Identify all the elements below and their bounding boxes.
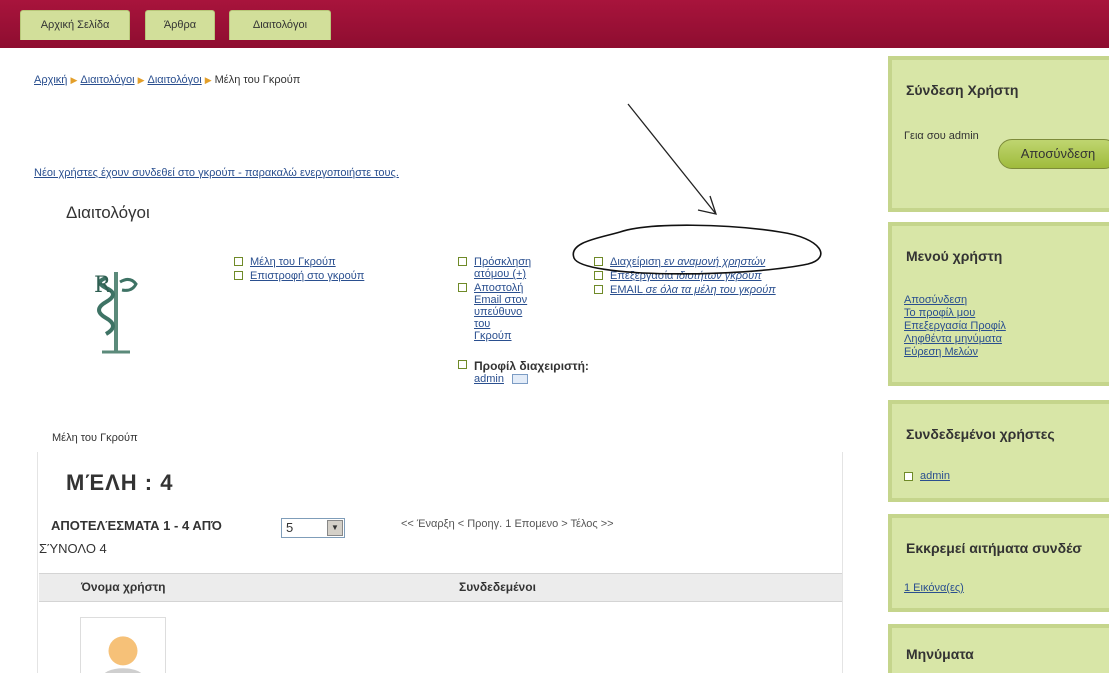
online-user-admin-link[interactable]: admin — [920, 470, 950, 482]
pending-requests-title: Εκκρεμεί αιτήματα συνδέσ — [906, 540, 1082, 556]
menu-my-profile-link[interactable]: Το προφίλ μου — [904, 307, 975, 320]
breadcrumb-arrow-icon: ▶ — [204, 75, 212, 85]
menu-received-messages-link[interactable]: Ληφθέντα μηνύματα — [904, 333, 1002, 346]
checkbox-icon — [594, 271, 603, 280]
online-users-title: Συνδεδεμένοι χρήστες — [906, 426, 1055, 442]
menu-find-members-link[interactable]: Εύρεση Μελών — [904, 346, 978, 359]
breadcrumb-dietitians[interactable]: Διαιτολόγοι — [80, 74, 134, 86]
top-nav-bar: Αρχική Σελίδα Άρθρα Διαιτολόγοι — [0, 0, 1109, 48]
svg-text:R: R — [94, 273, 112, 298]
tab-articles[interactable]: Άρθρα — [145, 10, 215, 40]
total-text: ΣΎΝΟΛΟ 4 — [39, 541, 107, 556]
group-members-link[interactable]: Μέλη του Γκρούπ — [250, 256, 336, 268]
manage-pending-users-link[interactable]: Διαχείριση εν αναμονή χρηστών — [610, 256, 765, 268]
page-size-select[interactable]: 5 ▼ — [281, 518, 345, 538]
checkbox-icon — [458, 283, 467, 292]
breadcrumb-home[interactable]: Αρχική — [34, 74, 67, 86]
invite-person-link[interactable]: Πρόσκληση ατόμου (+) — [474, 256, 544, 280]
admin-profile-link[interactable]: admin — [474, 373, 504, 385]
column-online: Συνδεδεμένοι — [459, 580, 536, 594]
members-count-title: ΜΈΛΗ : 4 — [66, 470, 174, 495]
checkbox-icon — [458, 360, 467, 369]
caduceus-logo: R — [94, 272, 138, 354]
checkbox-icon — [234, 271, 243, 280]
checkbox-icon — [594, 257, 603, 266]
mail-icon[interactable] — [511, 374, 528, 385]
group-links-col2: Πρόσκληση ατόμου (+) Αποστολή Email στον… — [458, 256, 578, 344]
user-avatar-icon[interactable] — [80, 617, 166, 673]
pagination[interactable]: << Έναρξη < Προηγ. 1 Επομενο > Τέλος >> — [401, 518, 614, 530]
admin-profile-title: Προφίλ διαχειριστή: — [474, 359, 589, 373]
messages-box: Μηνύματα — [888, 624, 1109, 673]
breadcrumb-current: Μέλη του Γκρούπ — [214, 74, 301, 86]
tab-dietitians[interactable]: Διαιτολόγοι — [229, 10, 331, 40]
members-table-header: Όνομα χρήστη Συνδεδεμένοι — [39, 573, 842, 602]
group-links-col3: Διαχείριση εν αναμονή χρηστών Επεξεργασί… — [594, 256, 844, 298]
results-text: ΑΠΟΤΕΛΈΣΜΑΤΑ 1 - 4 ΑΠΌ — [51, 518, 222, 533]
group-links-col1: Μέλη του Γκρούπ Επιστροφή στο γκρούπ — [234, 256, 414, 284]
breadcrumb-arrow-icon: ▶ — [70, 75, 78, 85]
logout-button[interactable]: Αποσύνδεση — [998, 139, 1109, 169]
checkbox-icon — [458, 257, 467, 266]
admin-profile: Προφίλ διαχειριστή: admin — [458, 359, 589, 385]
online-users-box: Συνδεδεμένοι χρήστες admin — [888, 400, 1109, 502]
user-menu-title: Μενού χρήστη — [906, 248, 1003, 264]
greeting-text: Γεια σου admin — [904, 130, 979, 142]
user-menu-box: Μενού χρήστη Αποσύνδεση Το προφίλ μου Επ… — [888, 222, 1109, 386]
back-to-group-link[interactable]: Επιστροφή στο γκρούπ — [250, 270, 364, 282]
breadcrumb-arrow-icon: ▶ — [137, 75, 145, 85]
email-group-owner-link[interactable]: Αποστολή Email στον υπεύθυνο του Γκρούπ — [474, 282, 530, 342]
checkbox-icon — [594, 285, 603, 294]
tab-home[interactable]: Αρχική Σελίδα — [20, 10, 130, 40]
checkbox-icon — [234, 257, 243, 266]
breadcrumb-dietitians-group[interactable]: Διαιτολόγοι — [148, 74, 202, 86]
group-title: Διαιτολόγοι — [66, 203, 150, 222]
members-section-label: Μέλη του Γκρούπ — [52, 432, 138, 444]
messages-title: Μηνύματα — [906, 646, 974, 662]
edit-group-properties-link[interactable]: Επεξεργασία ιδιοτήτων γκρούπ — [610, 270, 762, 282]
pending-requests-box: Εκκρεμεί αιτήματα συνδέσ 1 Εικόνα(ες) — [888, 514, 1109, 612]
menu-logout-link[interactable]: Αποσύνδεση — [904, 294, 967, 307]
login-box: Σύνδεση Χρήστη Γεια σου admin Αποσύνδεση — [888, 56, 1109, 212]
column-username: Όνομα χρήστη — [81, 580, 166, 594]
checkbox-icon — [904, 472, 913, 481]
pending-images-link[interactable]: 1 Εικόνα(ες) — [904, 582, 964, 595]
select-arrow-icon: ▼ — [327, 520, 343, 536]
login-box-title: Σύνδεση Χρήστη — [906, 82, 1019, 98]
breadcrumb: Αρχική ▶ Διαιτολόγοι ▶ Διαιτολόγοι ▶ Μέλη του … — [34, 74, 300, 86]
new-users-notice-link[interactable]: Νέοι χρήστες έχουν συνδεθεί στο γκρούπ -… — [34, 167, 399, 179]
online-user-item: admin — [904, 470, 950, 482]
email-all-members-link[interactable]: EMAIL σε όλα τα μέλη του γκρούπ — [610, 284, 776, 296]
menu-edit-profile-link[interactable]: Επεξεργασία Προφίλ — [904, 320, 1006, 333]
